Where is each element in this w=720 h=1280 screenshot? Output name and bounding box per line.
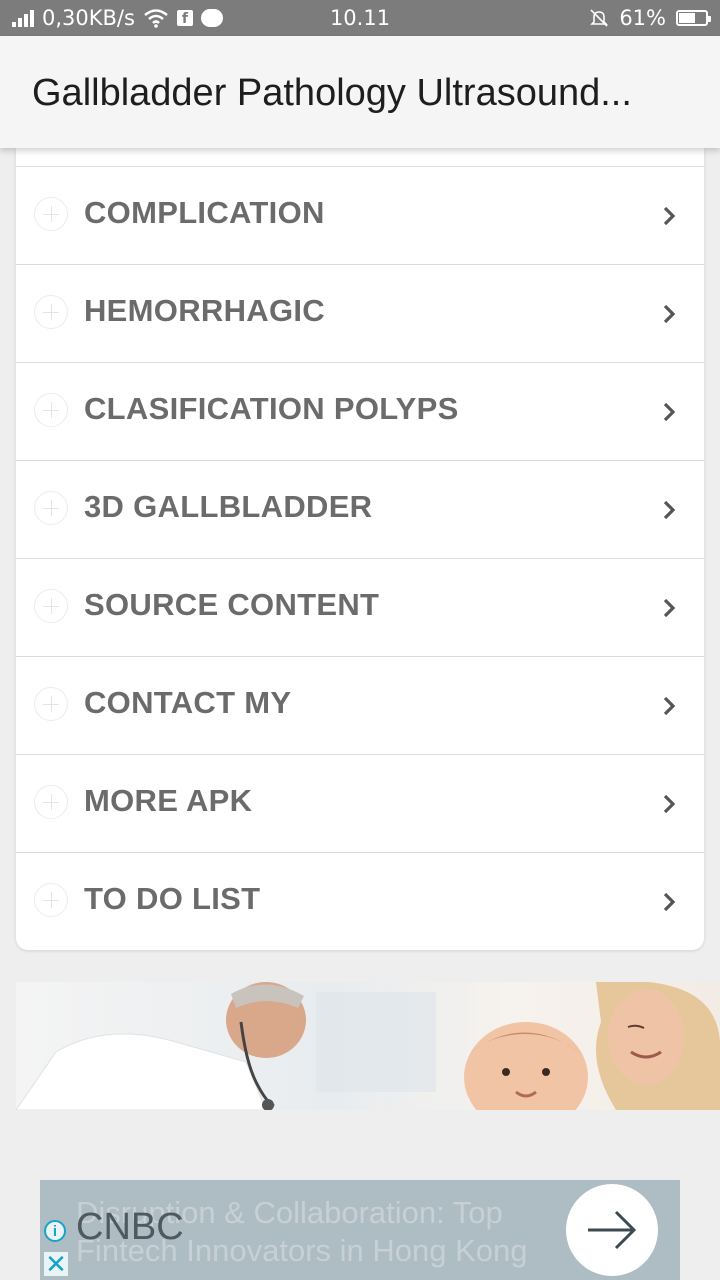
battery-icon — [676, 10, 711, 26]
menu-item-label: COMPLICATION — [84, 195, 325, 230]
status-bar: 0,30KB/s f 10.11 61% — [0, 0, 720, 36]
page-title: Gallbladder Pathology Ultrasound... — [32, 72, 632, 114]
menu-item-complication[interactable]: COMPLICATION — [16, 166, 704, 263]
banner-image — [16, 982, 720, 1110]
menu-item-label: TO DO LIST — [84, 881, 261, 916]
menu-item-label: HEMORRHAGIC — [84, 293, 325, 328]
advertisement[interactable]: Disruption & Collaboration: Top Fintech … — [40, 1180, 680, 1280]
bell-muted-icon — [590, 9, 609, 27]
menu-item-label: CONTACT MY — [84, 685, 292, 720]
menu-item-more-apk[interactable]: MORE APK — [16, 754, 704, 851]
chevron-right-icon — [663, 500, 676, 520]
menu-item-contact-my[interactable]: CONTACT MY — [16, 656, 704, 753]
chevron-right-icon — [663, 206, 676, 226]
arrow-right-icon — [588, 1210, 637, 1250]
chevron-right-icon — [663, 304, 676, 324]
menu-item-label: MORE APK — [84, 783, 253, 818]
info-icon[interactable]: i — [44, 1220, 66, 1242]
chevron-right-icon — [663, 794, 676, 814]
battery-percent: 61% — [619, 6, 666, 30]
close-icon[interactable]: ✕ — [44, 1251, 68, 1277]
ad-open-button[interactable] — [566, 1184, 658, 1276]
menu-item-source-content[interactable]: SOURCE CONTENT — [16, 558, 704, 655]
chevron-right-icon — [663, 402, 676, 422]
chevron-right-icon — [663, 598, 676, 618]
menu-item-to-do-list[interactable]: TO DO LIST — [16, 852, 704, 949]
plus-circle-icon — [34, 491, 68, 525]
ad-brand: CNBC — [76, 1206, 184, 1248]
plus-circle-icon — [34, 883, 68, 917]
plus-circle-icon — [34, 393, 68, 427]
menu-item-label: 3D GALLBLADDER — [84, 489, 373, 524]
chevron-right-icon — [663, 696, 676, 716]
menu-item-hemorrhagic[interactable]: HEMORRHAGIC — [16, 264, 704, 361]
app-bar: Gallbladder Pathology Ultrasound... — [0, 36, 720, 148]
plus-circle-icon — [34, 589, 68, 623]
menu-item-3d-gallbladder[interactable]: 3D GALLBLADDER — [16, 460, 704, 557]
menu-item-label: CLASIFICATION POLYPS — [84, 391, 459, 426]
plus-circle-icon — [34, 197, 68, 231]
menu-item-clasification-polyps[interactable]: CLASIFICATION POLYPS — [16, 362, 704, 459]
plus-circle-icon — [34, 785, 68, 819]
menu-item-label: SOURCE CONTENT — [84, 587, 380, 622]
plus-circle-icon — [34, 687, 68, 721]
menu-list: COMPLICATION HEMORRHAGIC CLASIFICATION P… — [16, 148, 704, 950]
plus-circle-icon — [34, 295, 68, 329]
chevron-right-icon — [663, 892, 676, 912]
